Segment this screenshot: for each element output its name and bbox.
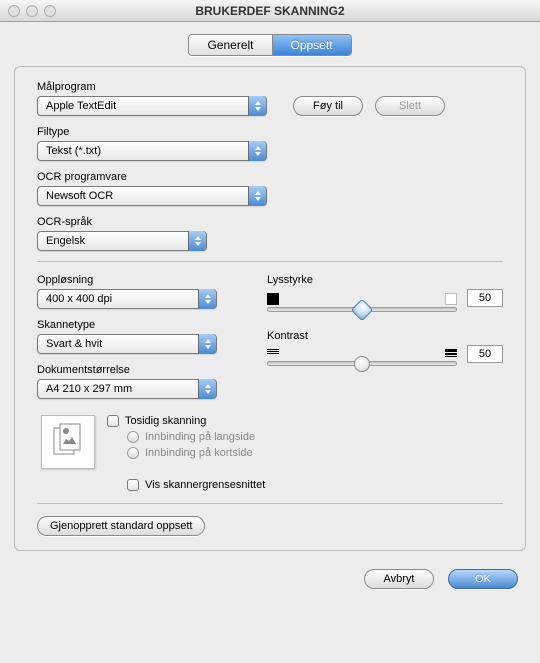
brightness-label: Lysstyrke xyxy=(267,274,503,286)
brightness-slider-group: 50 xyxy=(267,289,503,312)
contrast-slider-group: 50 xyxy=(267,345,503,366)
target-app-label: Målprogram xyxy=(37,81,503,93)
contrast-slider[interactable] xyxy=(267,361,457,366)
cancel-button[interactable]: Avbryt xyxy=(364,569,434,589)
doc-size-popup[interactable]: A4 210 x 297 mm xyxy=(37,379,217,399)
contrast-label: Kontrast xyxy=(267,330,503,342)
scan-type-label: Skannetype xyxy=(37,319,237,331)
zoom-window-button[interactable] xyxy=(44,5,56,17)
duplex-preview-icon xyxy=(41,415,95,469)
tab-segmented-control: Generelt Oppsett xyxy=(188,34,351,56)
file-type-label: Filtype xyxy=(37,126,503,138)
ocr-language-value: Engelsk xyxy=(46,235,85,247)
updown-icon xyxy=(248,141,266,161)
updown-icon xyxy=(198,379,216,399)
updown-icon xyxy=(248,96,266,116)
ocr-software-label: OCR programvare xyxy=(37,171,503,183)
contrast-low-icon xyxy=(267,349,279,357)
updown-icon xyxy=(248,186,266,206)
bind-long-radio xyxy=(127,431,139,443)
updown-icon xyxy=(198,334,216,354)
settings-panel: Målprogram Apple TextEdit Føy til Slett … xyxy=(14,66,526,551)
separator xyxy=(37,503,503,504)
bind-long-label: Innbinding på langside xyxy=(145,431,255,443)
titlebar: BRUKERDEF SKANNING2 xyxy=(0,0,540,22)
separator xyxy=(37,261,503,262)
ocr-software-value: Newsoft OCR xyxy=(46,190,113,202)
scan-type-popup[interactable]: Svart & hvit xyxy=(37,334,217,354)
bind-short-radio xyxy=(127,447,139,459)
close-window-button[interactable] xyxy=(8,5,20,17)
ocr-language-popup[interactable]: Engelsk xyxy=(37,231,207,251)
bind-short-label: Innbinding på kortside xyxy=(145,447,253,459)
add-button[interactable]: Føy til xyxy=(293,96,363,116)
brightness-slider[interactable] xyxy=(267,307,457,312)
resolution-label: Oppløsning xyxy=(37,274,237,286)
contrast-thumb[interactable] xyxy=(354,356,370,372)
restore-defaults-button[interactable]: Gjenopprett standard oppsett xyxy=(37,516,205,536)
tab-settings[interactable]: Oppsett xyxy=(273,35,351,55)
doc-size-value: A4 210 x 297 mm xyxy=(46,383,132,395)
brightness-dark-icon xyxy=(267,293,279,305)
delete-button: Slett xyxy=(375,96,445,116)
ok-button[interactable]: OK xyxy=(448,569,518,589)
brightness-light-icon xyxy=(445,293,457,305)
show-interface-checkbox[interactable] xyxy=(127,479,139,491)
file-type-popup[interactable]: Tekst (*.txt) xyxy=(37,141,267,161)
resolution-value: 400 x 400 dpi xyxy=(46,293,112,305)
target-app-popup[interactable]: Apple TextEdit xyxy=(37,96,267,116)
updown-icon xyxy=(188,231,206,251)
scan-type-value: Svart & hvit xyxy=(46,338,102,350)
tab-general[interactable]: Generelt xyxy=(189,35,272,55)
brightness-value: 50 xyxy=(467,289,503,307)
minimize-window-button[interactable] xyxy=(26,5,38,17)
ocr-language-label: OCR-språk xyxy=(37,216,503,228)
contrast-value: 50 xyxy=(467,345,503,363)
show-interface-label: Vis skannergrensesnittet xyxy=(145,479,265,491)
file-type-value: Tekst (*.txt) xyxy=(46,145,101,157)
window-controls xyxy=(8,5,56,17)
duplex-checkbox[interactable] xyxy=(107,415,119,427)
contrast-high-icon xyxy=(445,349,457,357)
updown-icon xyxy=(198,289,216,309)
ocr-software-popup[interactable]: Newsoft OCR xyxy=(37,186,267,206)
doc-size-label: Dokumentstørrelse xyxy=(37,364,237,376)
target-app-value: Apple TextEdit xyxy=(46,100,116,112)
window-title: BRUKERDEF SKANNING2 xyxy=(0,4,540,18)
dialog-buttons: Avbryt OK xyxy=(0,559,540,603)
tab-bar: Generelt Oppsett xyxy=(0,34,540,56)
duplex-label: Tosidig skanning xyxy=(125,415,206,427)
resolution-popup[interactable]: 400 x 400 dpi xyxy=(37,289,217,309)
